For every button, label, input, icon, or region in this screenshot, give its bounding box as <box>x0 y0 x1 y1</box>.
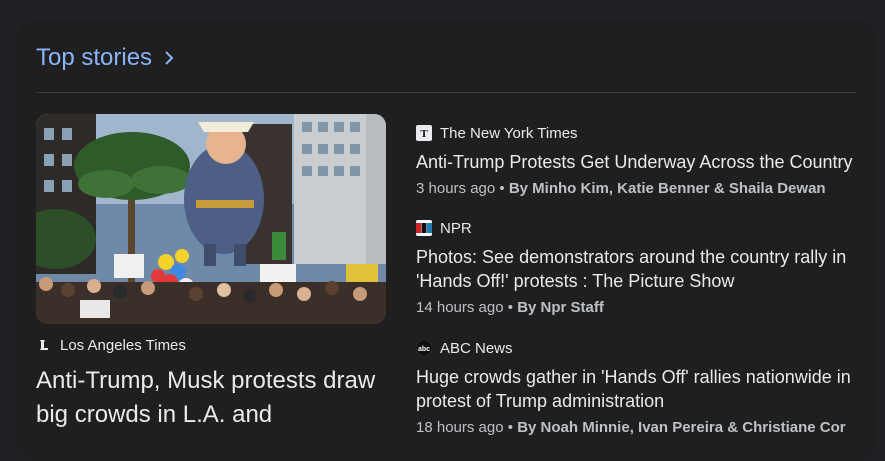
svg-text:abc: abc <box>418 346 430 353</box>
story-byline: By Npr Staff <box>517 299 604 316</box>
los-angeles-times-logo-icon <box>36 337 52 353</box>
new-york-times-logo-icon: T <box>416 125 432 141</box>
section-title[interactable]: Top stories <box>36 44 152 72</box>
story-byline: By Minho Kim, Katie Benner & Shaila Dewa… <box>508 180 826 197</box>
story-title[interactable]: Anti-Trump Protests Get Underway Across … <box>416 150 866 174</box>
story-title[interactable]: Huge crowds gather in 'Hands Off' rallie… <box>416 365 866 413</box>
featured-story-image[interactable] <box>36 114 386 324</box>
abc-news-logo-icon: abc <box>416 340 432 356</box>
story-byline: By Noah Minnie, Ivan Pereira & Christian… <box>517 419 846 436</box>
story-meta: 3 hours ago • By Minho Kim, Katie Benner… <box>416 180 866 197</box>
svg-text:T: T <box>420 128 428 139</box>
separator-dot: • <box>507 299 514 316</box>
separator-dot: • <box>499 180 505 197</box>
story-time: 14 hours ago <box>416 299 504 316</box>
chevron-right-icon[interactable] <box>164 50 174 66</box>
story-item[interactable]: T The New York Times Anti-Trump Protests… <box>416 122 866 197</box>
story-source: ABC News <box>440 339 513 357</box>
top-stories-heading[interactable]: Top stories <box>36 42 174 74</box>
story-title[interactable]: Photos: See demonstrators around the cou… <box>416 245 866 293</box>
separator-dot: • <box>507 419 514 436</box>
story-meta: 18 hours ago • By Noah Minnie, Ivan Pere… <box>416 419 866 436</box>
story-item[interactable]: abc ABC News Huge crowds gather in 'Hand… <box>416 337 866 436</box>
top-stories-card: Top stories Los Angeles Times Anti-Trump… <box>16 21 876 461</box>
story-item[interactable]: NPR Photos: See demonstrators around the… <box>416 217 866 316</box>
npr-logo-icon <box>416 220 432 236</box>
story-source: The New York Times <box>440 124 578 142</box>
divider <box>36 92 856 93</box>
featured-story-title[interactable]: Anti-Trump, Musk protests draw big crowd… <box>36 364 376 432</box>
featured-story-source: Los Angeles Times <box>60 336 186 354</box>
story-time: 3 hours ago <box>416 180 496 197</box>
story-source: NPR <box>440 219 472 237</box>
story-meta: 14 hours ago • By Npr Staff <box>416 299 866 316</box>
story-time: 18 hours ago <box>416 419 504 436</box>
featured-story[interactable]: Los Angeles Times Anti-Trump, Musk prote… <box>36 114 386 432</box>
